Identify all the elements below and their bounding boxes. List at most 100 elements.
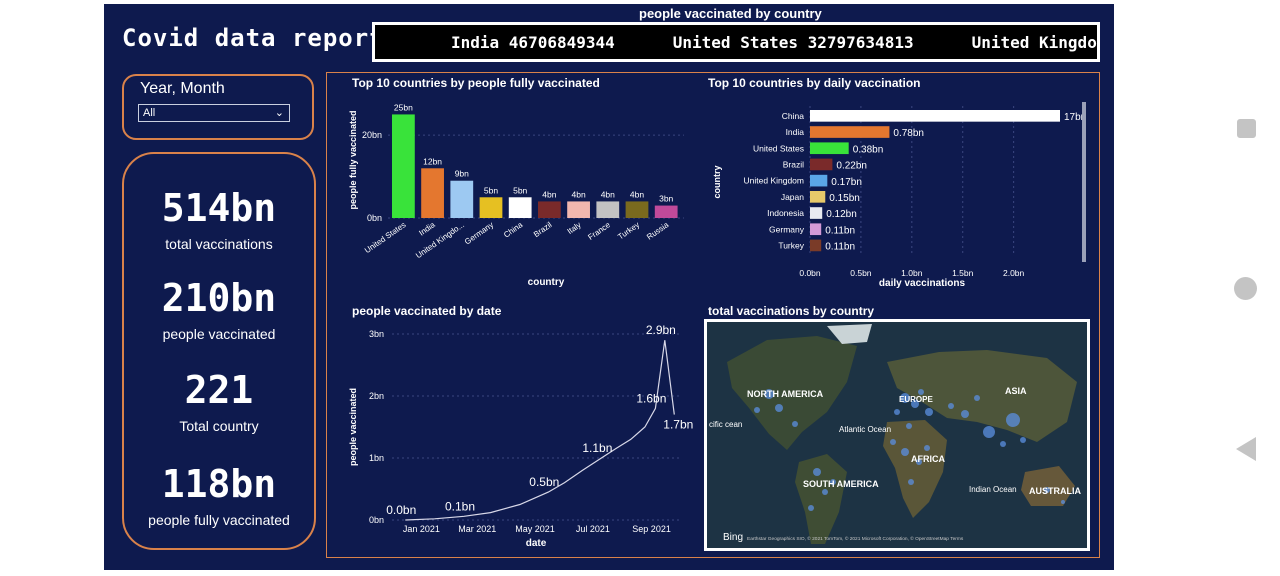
x-tick-label: Germany (463, 220, 495, 246)
map-label-africa: AFRICA (911, 454, 945, 464)
map-label-asia: ASIA (1005, 386, 1027, 396)
x-tick-label: Sep 2021 (632, 524, 671, 534)
y-axis-label: country (712, 165, 722, 198)
bar-data-label: 4bn (630, 189, 644, 199)
bar-data-label: 4bn (601, 189, 615, 199)
x-tick-label: 0.0bn (799, 268, 821, 278)
data-label: 1.7bn (663, 418, 693, 432)
bar-data-label: 12bn (423, 156, 442, 166)
data-label: 0.1bn (445, 499, 475, 513)
bar-data-label: 5bn (513, 185, 527, 195)
bar (810, 223, 822, 236)
map-label-europe: EUROPE (899, 395, 933, 404)
chart-title-daily-vaccination: Top 10 countries by daily vaccination (708, 76, 921, 90)
total-vaccinations-map[interactable]: NORTH AMERICA Atlantic Ocean EUROPE ASIA… (704, 319, 1090, 551)
bar-data-label: 5bn (484, 185, 498, 195)
x-tick-label: May 2021 (515, 524, 555, 534)
series-line (405, 340, 675, 521)
x-tick-label: Jan 2021 (403, 524, 440, 534)
bar-data-label: 0.11bn (825, 225, 855, 236)
x-tick-label: 2.0bn (1003, 268, 1025, 278)
x-tick-label: United States (363, 220, 408, 255)
ticker-card: India 46706849344 United States 327976348… (372, 22, 1100, 62)
y-tick-label: China (782, 111, 804, 121)
bar-data-label: 3bn (659, 194, 673, 204)
kpi-total-vaccinations-value: 514bn (161, 186, 277, 230)
y-tick-label: Germany (769, 224, 805, 234)
x-axis-label: country (528, 277, 565, 288)
recents-button[interactable] (1237, 119, 1256, 138)
bar (392, 114, 415, 218)
x-tick-label: Brazil (532, 220, 554, 239)
y-tick-label: 20bn (362, 130, 382, 140)
chart-title-total-vaccinations-map: total vaccinations by country (708, 304, 875, 318)
kpi-total-vaccinations-label: total vaccinations (165, 236, 273, 252)
map-label-north-america: NORTH AMERICA (747, 389, 824, 399)
back-button[interactable] (1236, 437, 1256, 461)
map-label-atlantic: Atlantic Ocean (839, 425, 891, 434)
daily-vaccination-bar-chart[interactable]: 0.0bn 0.5bn 1.0bn 1.5bn 2.0bnChina 17bnIndia 0… (704, 92, 1094, 292)
home-button[interactable] (1234, 277, 1257, 300)
x-axis-label: daily vaccinations (879, 278, 966, 289)
x-tick-label: Jul 2021 (576, 524, 610, 534)
y-axis-label: people vaccinated (348, 388, 358, 466)
x-tick-label: Italy (566, 220, 583, 236)
bar-data-label: 0.38bn (853, 144, 884, 155)
scrollbar (1082, 102, 1086, 262)
bar-data-label: 25bn (394, 102, 413, 112)
y-tick-label: 1bn (369, 453, 384, 463)
kpi-people-vaccinated-label: people vaccinated (162, 326, 276, 342)
people-vaccinated-line-chart[interactable]: 0bn 1bn 2bn 3bn Jan 2021 Mar 2021 May 2021 Jul … (344, 320, 694, 552)
y-tick-label: 3bn (369, 329, 384, 339)
bar-data-label: 0.78bn (893, 128, 924, 139)
bar-data-label: 0.17bn (831, 177, 862, 188)
bar-data-label: 0.22bn (836, 161, 867, 172)
x-tick-label: China (502, 220, 525, 240)
kpi-panel: 514bn total vaccinations 210bn people va… (122, 152, 316, 550)
chart-title-people-vaccinated-by-date: people vaccinated by date (352, 304, 502, 318)
x-tick-label: France (586, 220, 612, 242)
bar (810, 110, 1060, 122)
year-month-dropdown[interactable]: All ⌄ (138, 104, 290, 122)
kpi-fully-vaccinated-value: 118bn (161, 462, 277, 506)
map-label-australia: AUSTRALIA (1029, 486, 1081, 496)
bar-data-label: 4bn (542, 189, 556, 199)
bar (538, 201, 561, 218)
dashboard: Covid data report people vaccinated by c… (104, 4, 1114, 570)
map-label-pacific: cific cean (709, 420, 742, 429)
bar (810, 239, 822, 252)
bing-logo: Bing (723, 532, 743, 543)
kpi-total-country-label: Total country (179, 418, 259, 434)
bar (810, 142, 849, 155)
fully-vaccinated-bar-chart[interactable]: 0bn 20bn people fully vaccinated 25bn United… (344, 92, 694, 292)
y-tick-label: 0bn (369, 515, 384, 525)
y-axis-label: people fully vaccinated (348, 110, 358, 209)
slicer-label: Year, Month (140, 80, 225, 97)
kpi-fully-vaccinated-label: people fully vaccinated (148, 512, 290, 528)
y-tick-label: United Kingdom (744, 176, 804, 186)
kpi-total-country-value: 221 (184, 368, 254, 412)
data-label: 1.6bn (636, 391, 666, 405)
y-tick-label: Japan (781, 192, 804, 202)
kpi-people-vaccinated-value: 210bn (161, 276, 277, 320)
chevron-down-icon[interactable]: ⌄ (275, 105, 284, 121)
x-tick-label: India (417, 220, 437, 238)
bar-data-label: 0.15bn (829, 193, 860, 204)
y-tick-label: United States (753, 143, 804, 153)
map-label-indian-ocean: Indian Ocean (969, 485, 1017, 494)
y-tick-label: Indonesia (767, 208, 804, 218)
bar (421, 168, 444, 218)
chart-title-fully-vaccinated: Top 10 countries by people fully vaccina… (352, 76, 600, 90)
x-tick-label: Mar 2021 (458, 524, 496, 534)
bar-data-label: 9bn (455, 169, 469, 179)
x-tick-label: Russia (645, 220, 671, 242)
bar-data-label: 4bn (571, 189, 585, 199)
report-title: Covid data report (122, 24, 385, 52)
world-map-graphic: NORTH AMERICA Atlantic Ocean EUROPE ASIA… (707, 322, 1087, 548)
ticker-title: people vaccinated by country (639, 6, 822, 21)
bar (810, 191, 826, 203)
bar (479, 197, 503, 218)
y-tick-label: Turkey (778, 241, 804, 251)
ticker-item: United States 32797634813 (672, 33, 914, 52)
x-tick-label: 1.5bn (952, 268, 974, 278)
